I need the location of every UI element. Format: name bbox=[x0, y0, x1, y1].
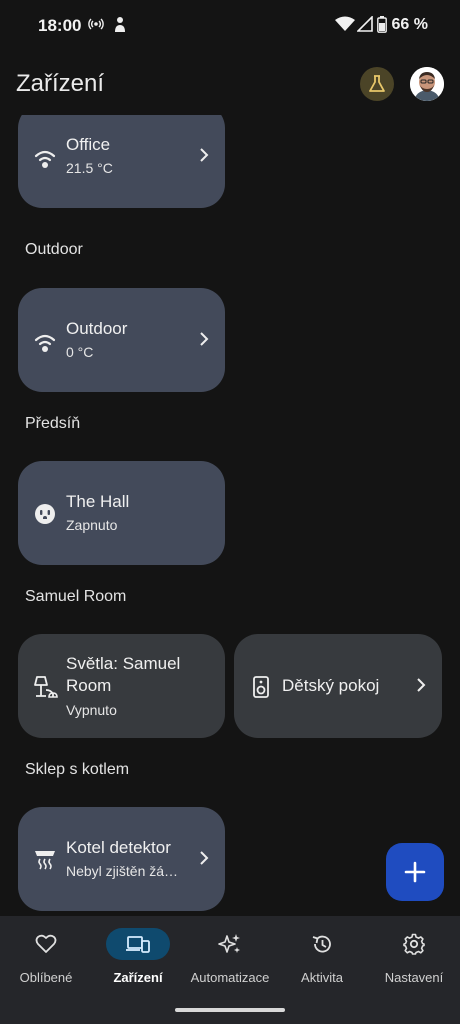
chevron-right-icon bbox=[200, 332, 209, 346]
section-heading: Samuel Room bbox=[25, 588, 127, 605]
wifi-point-icon bbox=[34, 150, 56, 168]
card-subtitle: Nebyl zjištěn žá… bbox=[66, 863, 179, 879]
nav-icon-container bbox=[290, 928, 354, 960]
smoke-detector-icon bbox=[35, 851, 55, 870]
card-title: Outdoor bbox=[66, 319, 128, 338]
nav-aktivita[interactable]: Aktivita bbox=[276, 928, 368, 998]
card-title: Kotel detektor bbox=[66, 838, 171, 857]
card-title: The Hall bbox=[66, 492, 130, 511]
plus-icon bbox=[404, 861, 426, 883]
battery-level: 66 % bbox=[391, 16, 428, 33]
outlet-icon bbox=[35, 504, 55, 524]
card-title: Office bbox=[66, 135, 111, 154]
section-heading: Outdoor bbox=[25, 241, 83, 258]
device-list: Office 21.5 °C Outdoor Outdoor 0 °C Před… bbox=[0, 115, 460, 915]
add-device-button[interactable] bbox=[386, 843, 444, 901]
device-card-svetla-samuel-room[interactable]: Světla: Samuel Room Vypnuto bbox=[18, 634, 225, 738]
device-card-the-hall[interactable]: The Hall Zapnuto bbox=[18, 461, 225, 565]
gear-icon bbox=[403, 933, 425, 955]
nav-label: Automatizace bbox=[190, 970, 270, 985]
chevron-right-icon bbox=[417, 678, 426, 692]
nav-icon-container bbox=[382, 928, 446, 960]
flask-icon bbox=[369, 75, 385, 92]
device-card-office[interactable]: Office 21.5 °C bbox=[18, 115, 225, 208]
speaker-icon bbox=[253, 676, 269, 698]
card-subtitle: 0 °C bbox=[66, 344, 94, 360]
chevron-right-icon bbox=[200, 148, 209, 162]
wifi-point-icon bbox=[34, 334, 56, 352]
nav-oblibene[interactable]: Oblíbené bbox=[0, 928, 92, 998]
section-heading: Sklep s kotlem bbox=[25, 761, 130, 778]
chevron-right-icon bbox=[200, 851, 209, 865]
card-subtitle: Vypnuto bbox=[66, 702, 117, 718]
avatar[interactable] bbox=[410, 67, 444, 101]
nav-automatizace[interactable]: Automatizace bbox=[184, 928, 276, 998]
nav-icon-container bbox=[14, 928, 78, 960]
devices-icon bbox=[126, 936, 150, 953]
nav-label: Aktivita bbox=[301, 970, 343, 985]
status-bar: 18:00 66 % bbox=[0, 0, 460, 52]
nav-nastaveni[interactable]: Nastavení bbox=[368, 928, 460, 998]
device-card-kotel-detektor[interactable]: Kotel detektor Nebyl zjištěn žá… bbox=[18, 807, 225, 911]
cell-signal-icon bbox=[356, 15, 373, 37]
history-icon bbox=[312, 935, 331, 953]
card-subtitle: Zapnuto bbox=[66, 517, 118, 533]
device-card-detsky-pokoj[interactable]: Dětský pokoj bbox=[234, 634, 442, 738]
nav-zarizeni[interactable]: Zařízení bbox=[92, 928, 184, 998]
home-indicator[interactable] bbox=[175, 1008, 285, 1012]
sparkle-icon bbox=[218, 934, 240, 953]
lamp-icon bbox=[34, 676, 58, 698]
nav-label: Nastavení bbox=[384, 970, 444, 985]
hotspot-icon bbox=[88, 16, 104, 37]
nav-icon-container bbox=[198, 928, 262, 960]
device-card-outdoor[interactable]: Outdoor 0 °C bbox=[18, 288, 225, 392]
wifi-icon bbox=[335, 16, 355, 37]
card-subtitle: 21.5 °C bbox=[66, 160, 113, 176]
heart-icon bbox=[35, 934, 57, 953]
labs-button[interactable] bbox=[360, 67, 394, 101]
bottom-nav: Oblíbené Zařízení Automatizace Aktivita … bbox=[0, 916, 460, 1024]
card-title: Dětský pokoj bbox=[282, 676, 380, 695]
card-title: Světla: Samuel Room bbox=[66, 654, 181, 695]
status-time: 18:00 bbox=[38, 16, 82, 35]
person-pin-icon bbox=[112, 16, 128, 39]
nav-icon-container bbox=[106, 928, 170, 960]
nav-label: Zařízení bbox=[113, 970, 163, 985]
page-title: Zařízení bbox=[16, 70, 105, 97]
section-heading: Předsíň bbox=[25, 415, 81, 432]
screen: 18:00 66 % Zařízení Office 21.5 °C Outdo… bbox=[0, 0, 460, 1024]
nav-label: Oblíbené bbox=[19, 970, 73, 985]
battery-icon bbox=[377, 16, 387, 38]
